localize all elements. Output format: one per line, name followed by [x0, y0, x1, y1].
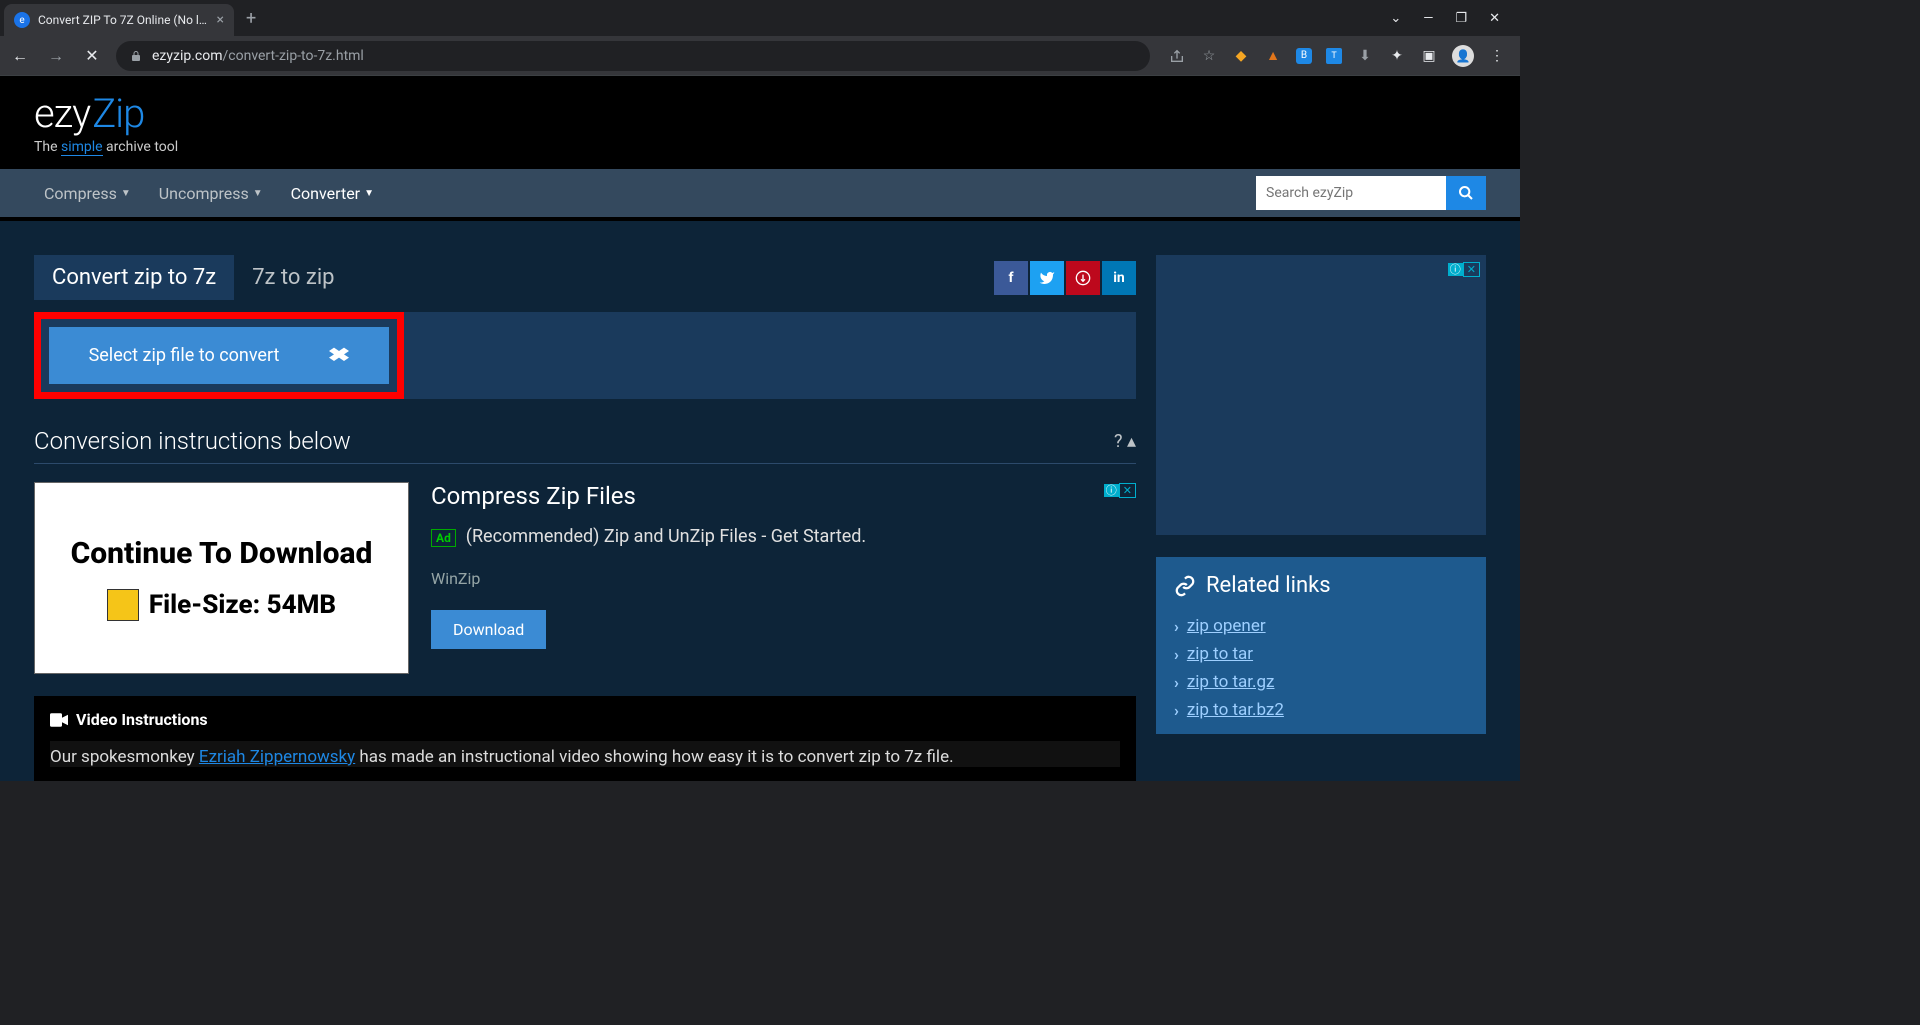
extension-fox-icon[interactable]: ▲ — [1264, 47, 1282, 65]
search-input[interactable] — [1256, 176, 1446, 210]
related-link[interactable]: zip to tar.gz — [1187, 672, 1275, 692]
lock-icon — [130, 50, 142, 62]
site-tagline: The simple archive tool — [34, 139, 1486, 155]
select-file-highlight: Select zip file to convert — [34, 312, 404, 399]
share-icon[interactable] — [1168, 47, 1186, 65]
address-bar[interactable]: ezyzip.com/convert-zip-to-7z.html — [116, 41, 1150, 71]
site-logo[interactable]: ezyZip — [34, 90, 1486, 137]
share-twitter[interactable] — [1030, 261, 1064, 295]
related-links-box: Related links › zip opener › zip to tar › zip… — [1156, 557, 1486, 734]
link-icon — [1174, 575, 1196, 597]
file-icon — [107, 589, 139, 621]
new-tab-button[interactable]: + — [234, 8, 268, 29]
chevron-right-icon: › — [1174, 701, 1179, 720]
sidebar-ad[interactable]: ⓘ✕ — [1156, 255, 1486, 535]
ad-marker[interactable]: ⓘ✕ — [1448, 261, 1480, 277]
extension-cube-icon[interactable]: ◆ — [1232, 47, 1250, 65]
tab-convert-zip-to-7z[interactable]: Convert zip to 7z — [34, 255, 234, 300]
ad-source: WinZip — [431, 569, 1136, 588]
related-link[interactable]: zip opener — [1187, 616, 1266, 636]
forward-button[interactable]: → — [44, 46, 68, 66]
browser-tab[interactable]: e Convert ZIP To 7Z Online (No lim × — [4, 4, 234, 36]
caret-icon: ▼ — [364, 188, 374, 199]
ad-block: ⓘ✕ Continue To Download File-Size: 54MB … — [34, 482, 1136, 674]
share-facebook[interactable]: f — [994, 261, 1028, 295]
ad-badge: Ad — [431, 529, 456, 547]
main-nav: Compress▼ Uncompress▼ Converter▼ — [0, 169, 1520, 221]
tab-favicon: e — [14, 12, 30, 28]
chevron-right-icon: › — [1174, 617, 1179, 636]
maximize-icon[interactable]: ❐ — [1455, 11, 1467, 26]
ad-marker[interactable]: ⓘ✕ — [1104, 482, 1136, 498]
caret-icon: ▼ — [121, 188, 131, 199]
select-file-button[interactable]: Select zip file to convert — [49, 327, 389, 384]
back-button[interactable]: ← — [8, 46, 32, 66]
share-pinterest[interactable] — [1066, 261, 1100, 295]
chevron-right-icon: › — [1174, 645, 1179, 664]
sidepanel-icon[interactable]: ▣ — [1420, 47, 1438, 65]
tab-title: Convert ZIP To 7Z Online (No lim — [38, 13, 209, 27]
video-instructions-heading: Video Instructions — [50, 710, 1120, 729]
search-icon — [1458, 185, 1474, 201]
profile-avatar[interactable]: 👤 — [1452, 45, 1474, 67]
extension-shield-icon[interactable]: B — [1296, 48, 1312, 64]
nav-compress[interactable]: Compress▼ — [34, 184, 141, 203]
related-links-heading: Related links — [1174, 573, 1468, 598]
ad-download-button[interactable]: Download — [431, 610, 546, 649]
kebab-menu-icon[interactable]: ⋮ — [1488, 47, 1506, 65]
related-link-item: › zip to tar.gz — [1174, 668, 1468, 696]
close-window-icon[interactable]: ✕ — [1489, 11, 1500, 26]
video-description: Our spokesmonkey Ezriah Zippernowsky has… — [50, 741, 1120, 767]
nav-uncompress[interactable]: Uncompress▼ — [149, 184, 273, 203]
pinterest-icon — [1075, 270, 1091, 286]
url-text: ezyzip.com/convert-zip-to-7z.html — [152, 48, 364, 64]
tab-7z-to-zip[interactable]: 7z to zip — [234, 255, 352, 300]
ad-headline[interactable]: Compress Zip Files — [431, 482, 1136, 510]
related-link[interactable]: zip to tar.bz2 — [1187, 700, 1284, 720]
search-button[interactable] — [1446, 176, 1486, 210]
chevron-down-icon[interactable]: ⌄ — [1390, 11, 1401, 26]
related-link-item: › zip to tar.bz2 — [1174, 696, 1468, 724]
twitter-icon — [1039, 270, 1055, 286]
ad-image[interactable]: Continue To Download File-Size: 54MB — [34, 482, 409, 674]
chevron-right-icon: › — [1174, 673, 1179, 692]
extension-translate-icon[interactable]: T — [1326, 48, 1342, 64]
stop-reload-button[interactable]: ✕ — [80, 46, 104, 65]
download-icon[interactable]: ⬇ — [1356, 47, 1374, 65]
related-link[interactable]: zip to tar — [1187, 644, 1253, 664]
caret-icon: ▼ — [253, 188, 263, 199]
extensions-puzzle-icon[interactable]: ✦ — [1388, 47, 1406, 65]
share-linkedin[interactable]: in — [1102, 261, 1136, 295]
dropbox-icon[interactable] — [329, 347, 349, 365]
related-link-item: › zip to tar — [1174, 640, 1468, 668]
help-toggle[interactable]: ? ▴ — [1114, 431, 1136, 452]
ad-description: (Recommended) Zip and UnZip Files - Get … — [466, 526, 866, 547]
video-icon — [50, 713, 68, 727]
related-link-item: › zip opener — [1174, 612, 1468, 640]
site-header: ezyZip The simple archive tool — [0, 76, 1520, 169]
minimize-icon[interactable]: — — [1423, 11, 1433, 26]
star-icon[interactable]: ☆ — [1200, 47, 1218, 65]
instructions-heading: Conversion instructions below — [34, 427, 351, 455]
close-tab-icon[interactable]: × — [217, 12, 224, 28]
nav-converter[interactable]: Converter▼ — [281, 184, 384, 203]
spokesmonkey-link[interactable]: Ezriah Zippernowsky — [199, 747, 355, 767]
